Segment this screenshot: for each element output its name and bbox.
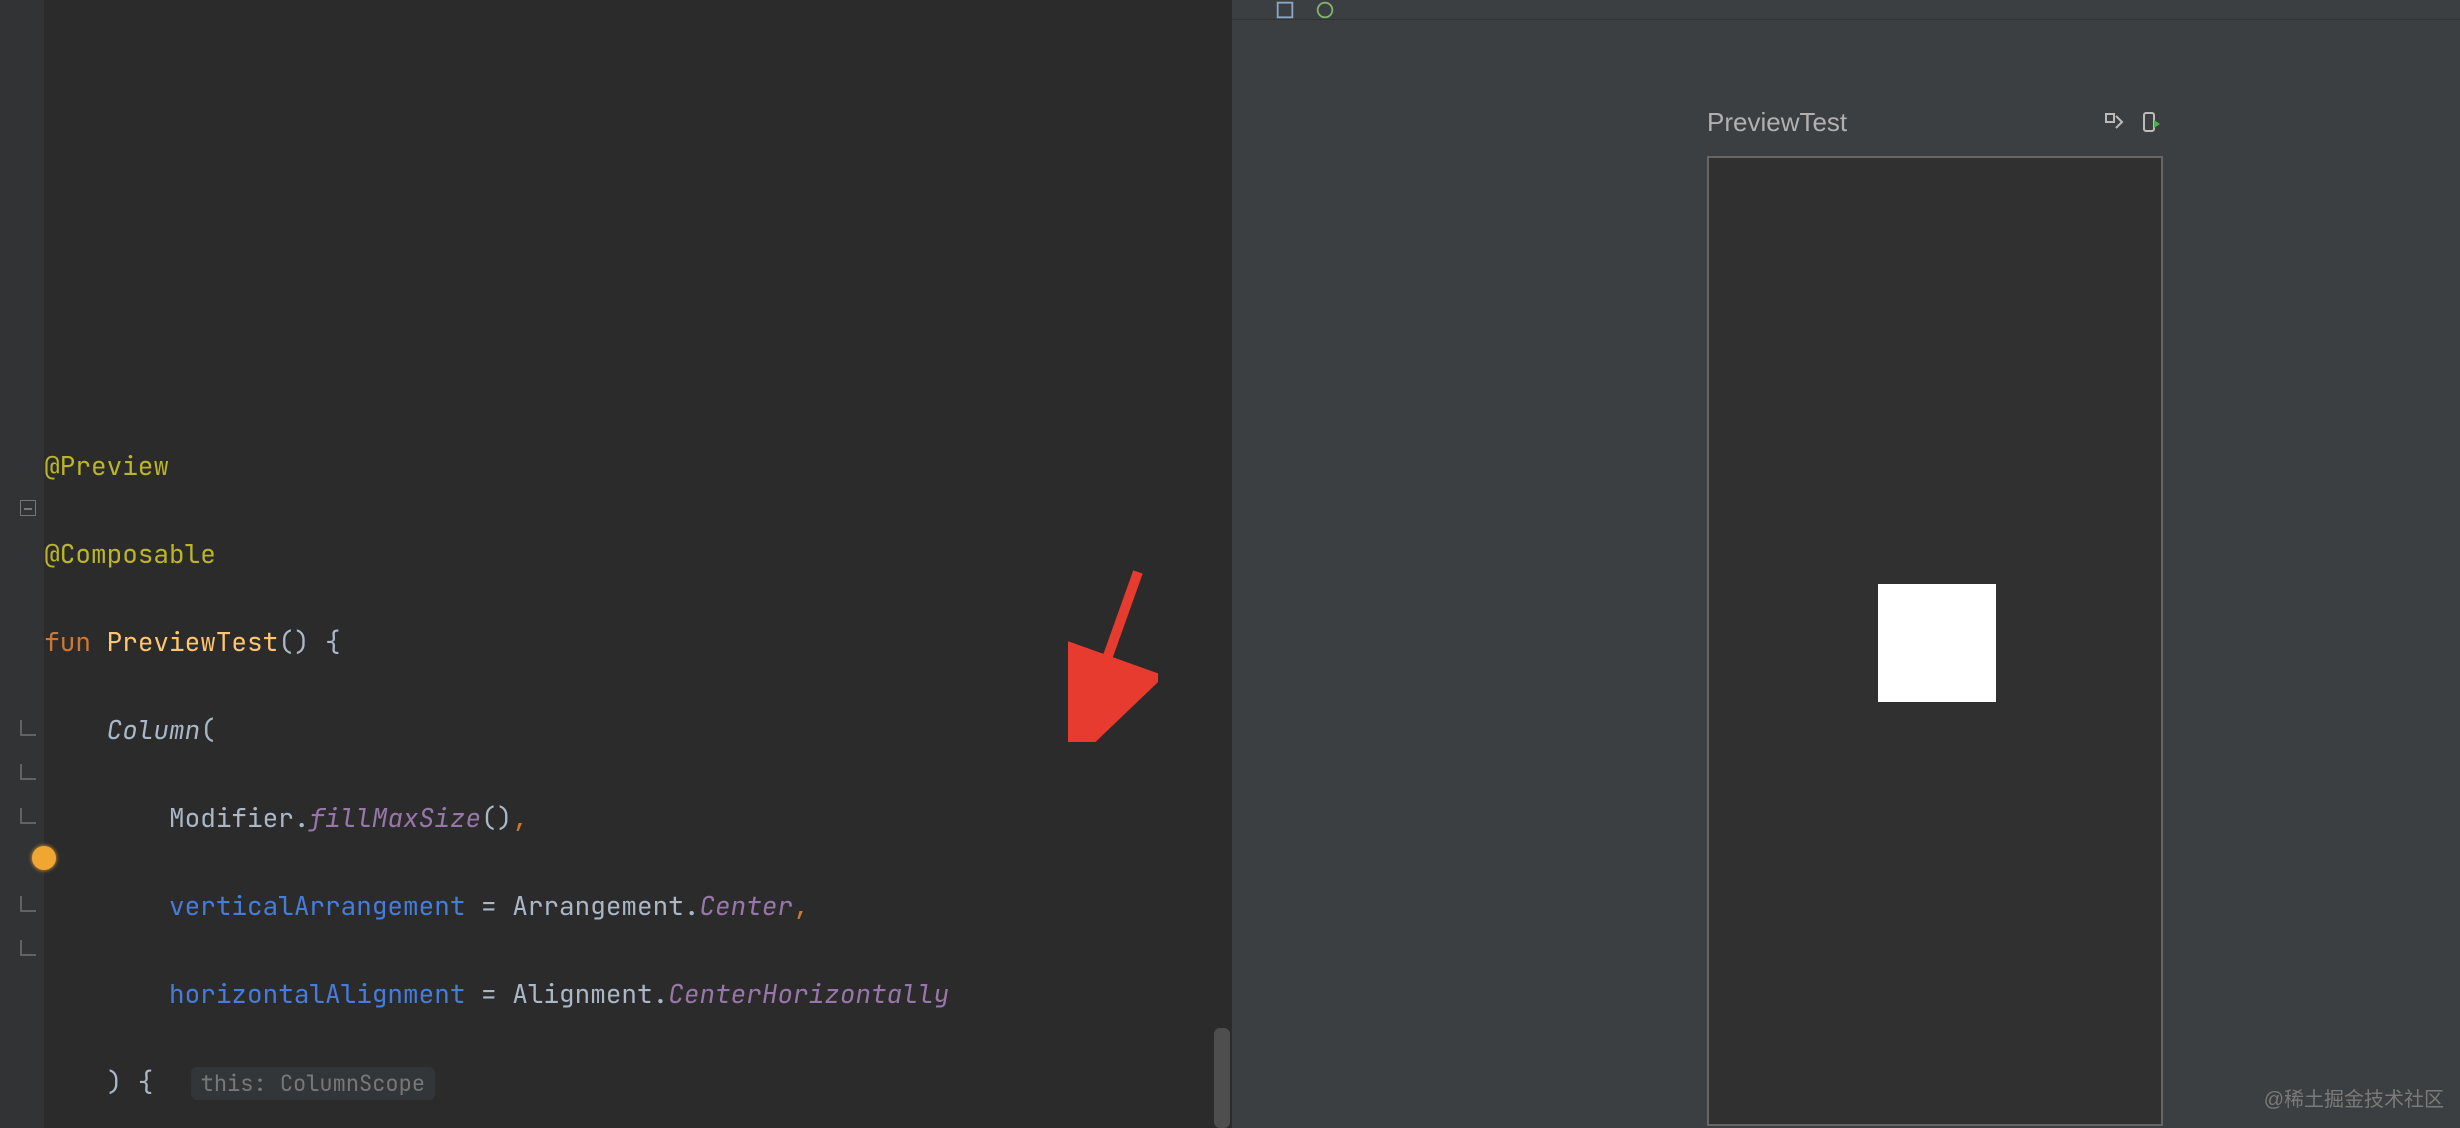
fold-icon[interactable]: [12, 932, 44, 964]
annotation: @Preview: [44, 448, 169, 483]
fillmaxsize: fillMaxSize: [309, 800, 481, 835]
fold-icon[interactable]: [12, 712, 44, 744]
inlay-hint-columnscope: this: ColumnScope: [191, 1067, 435, 1100]
preview-canvas: PreviewTest: [1707, 100, 2163, 1126]
toolbar-icon[interactable]: [1274, 0, 1296, 21]
preview-device-frame[interactable]: [1707, 156, 2163, 1126]
annotation: @Composable: [44, 536, 216, 571]
call-column: Column: [107, 712, 201, 747]
function-name: PreviewTest: [107, 624, 279, 659]
fold-icon[interactable]: [12, 492, 44, 524]
preview-toolbar: [1232, 0, 2460, 20]
preview-pane: PreviewTest @稀土掘金技术社区: [1230, 0, 2460, 1128]
toolbar-icon[interactable]: [1314, 0, 1336, 21]
interactive-preview-icon[interactable]: [2101, 109, 2127, 135]
preview-header: PreviewTest: [1707, 100, 2163, 144]
param-vertical: verticalArrangement: [169, 888, 465, 923]
preview-white-rect: [1878, 584, 1996, 702]
editor-scrollbar[interactable]: [1214, 1028, 1230, 1128]
param-horizontal: horizontalAlignment: [169, 976, 465, 1011]
deploy-preview-icon[interactable]: [2137, 109, 2163, 135]
preview-title: PreviewTest: [1707, 107, 1847, 138]
fold-icon[interactable]: [12, 756, 44, 788]
code-editor-pane[interactable]: @Preview @Composable fun PreviewTest() {…: [0, 0, 1230, 1128]
code-text-area[interactable]: @Preview @Composable fun PreviewTest() {…: [44, 0, 1230, 1128]
fold-icon[interactable]: [12, 800, 44, 832]
editor-gutter: [0, 0, 44, 1128]
watermark-text: @稀土掘金技术社区: [2264, 1083, 2444, 1112]
fold-icon[interactable]: [12, 888, 44, 920]
modifier-obj: Modifier: [169, 800, 294, 835]
keyword-fun: fun: [44, 624, 91, 659]
